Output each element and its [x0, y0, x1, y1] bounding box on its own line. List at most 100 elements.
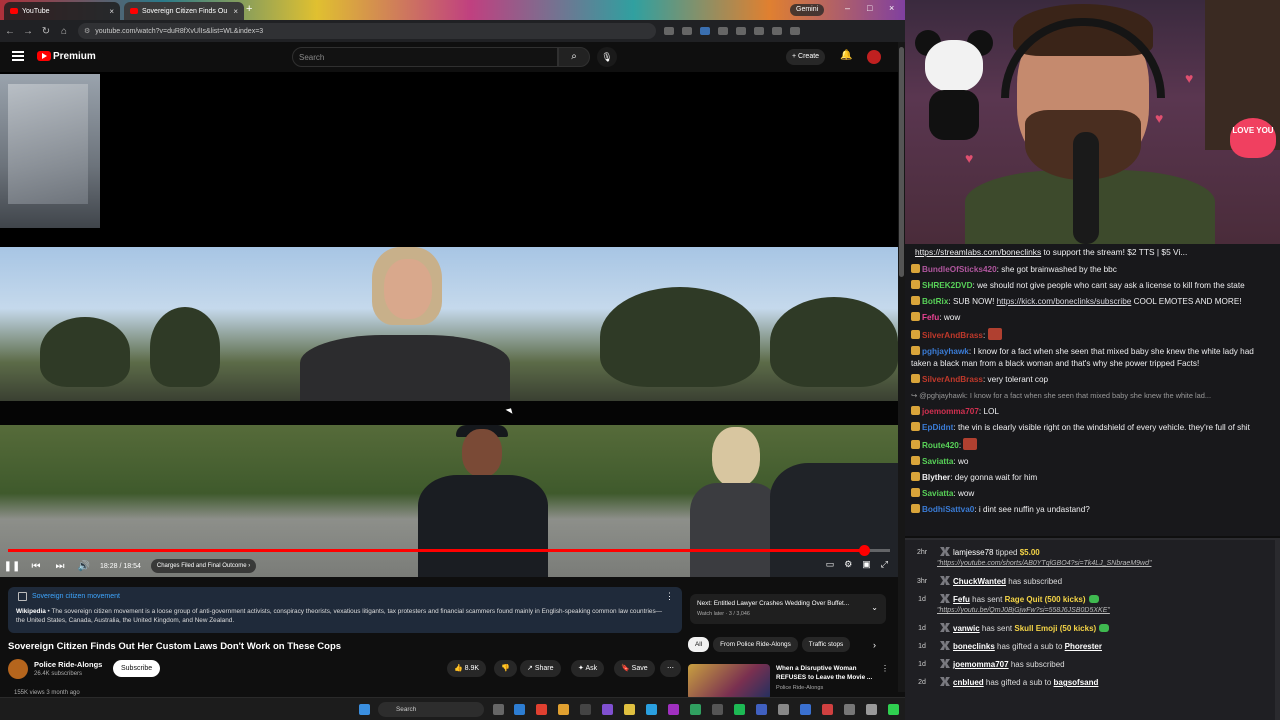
activity-link[interactable]: "https://youtube.com/shorts/AB0YTqlGBO4?… [937, 558, 1280, 569]
reload-icon[interactable]: ↻ [38, 26, 54, 37]
youtube-brand[interactable]: Premium [53, 51, 96, 62]
more-options-icon[interactable]: ⋮ [881, 664, 889, 673]
app-icon[interactable] [690, 704, 701, 715]
reply-preview[interactable]: ↪ @pghjayhawk: I know for a fact when sh… [911, 391, 1211, 400]
close-window-icon[interactable]: × [889, 3, 894, 13]
extensions-puzzle-icon[interactable] [754, 27, 764, 35]
extension-icon[interactable] [736, 27, 746, 35]
windows-start-icon[interactable] [359, 704, 370, 715]
close-tab-icon[interactable]: × [109, 7, 114, 16]
subscribe-button[interactable]: Subscribe [113, 660, 161, 677]
tab-active-video[interactable]: Sovereign Citizen Finds Ou × [124, 2, 244, 20]
app-icon[interactable] [866, 704, 877, 715]
chat-username[interactable]: SHREK2DVD [922, 281, 973, 290]
gemini-button[interactable]: Gemini [790, 4, 825, 16]
app-icon[interactable] [668, 704, 679, 715]
activity-user[interactable]: vanwic [953, 624, 980, 633]
cast-icon[interactable] [664, 27, 674, 35]
notifications-bell-icon[interactable]: 🔔 [840, 50, 852, 61]
maximize-icon[interactable]: □ [867, 3, 872, 13]
home-icon[interactable]: ⌂ [56, 26, 72, 37]
progress-bar[interactable] [8, 545, 890, 556]
recommended-thumbnail[interactable] [688, 664, 770, 700]
save-button[interactable]: 🔖 Save [614, 660, 655, 677]
chat-username[interactable]: joemomma707 [922, 407, 979, 416]
next-icon[interactable]: ⏭ [48, 561, 72, 572]
chat-username[interactable]: EpDidnt [922, 423, 953, 432]
chat-username[interactable]: pghjayhawk [922, 347, 969, 356]
app-icon[interactable] [646, 704, 657, 715]
create-button[interactable]: + Create [786, 49, 826, 65]
search-input[interactable]: Search [292, 47, 558, 67]
app-icon[interactable] [756, 704, 767, 715]
activity-target[interactable]: bagsofsand [1054, 678, 1099, 687]
share-button[interactable]: ↗ Share [520, 660, 561, 677]
pause-icon[interactable]: ❚❚ [0, 561, 24, 572]
channel-avatar[interactable] [8, 659, 28, 679]
activity-user[interactable]: cnblued [953, 678, 984, 687]
ask-button[interactable]: ✦ Ask [571, 660, 605, 677]
fullscreen-icon[interactable]: ⤢ [881, 559, 888, 570]
banner-link[interactable]: https://streamlabs.com/boneclinks [915, 247, 1041, 257]
search-icon[interactable]: ⌕ [558, 47, 590, 67]
chat-username[interactable]: Saviatta [922, 457, 953, 466]
app-icon[interactable] [822, 704, 833, 715]
page-scrollbar[interactable] [898, 42, 905, 692]
app-icon[interactable] [844, 704, 855, 715]
miniplayer-icon[interactable]: ▣ [862, 559, 871, 570]
activity-target[interactable]: Phorester [1065, 642, 1102, 651]
browser-menu-icon[interactable] [790, 27, 800, 35]
info-panel-title[interactable]: Sovereign citizen movement [32, 593, 120, 600]
chip-from-channel[interactable]: From Police Ride-Alongs [713, 637, 798, 652]
chat-username[interactable]: BodhiSattva0 [922, 505, 974, 514]
feed-scrollbar[interactable] [1275, 540, 1280, 720]
menu-icon[interactable] [12, 51, 24, 61]
chat-username[interactable]: SilverAndBrass [922, 375, 983, 384]
activity-user[interactable]: Fefu [953, 595, 970, 604]
next-in-playlist[interactable]: Next: Entitled Lawyer Crashes Wedding Ov… [690, 594, 886, 624]
task-view-icon[interactable] [493, 704, 504, 715]
settings-gear-icon[interactable]: ⚙ [844, 559, 852, 570]
youtube-logo-icon[interactable] [37, 51, 51, 61]
app-icon[interactable] [580, 704, 591, 715]
dislike-button[interactable]: 👎 [494, 660, 517, 677]
chip-all[interactable]: All [688, 637, 710, 652]
chat-link[interactable]: https://kick.com/boneclinks/subscribe [997, 297, 1132, 306]
spotify-icon[interactable] [734, 704, 745, 715]
scrollbar-thumb[interactable] [899, 47, 904, 277]
taskbar-search[interactable]: Search [378, 702, 484, 717]
chat-username[interactable]: SilverAndBrass [922, 331, 983, 340]
folder-icon[interactable] [624, 704, 635, 715]
activity-link[interactable]: "https://youtu.be/QmJ0BjGjwFw?si=558J6JS… [937, 605, 1280, 616]
chat-username[interactable]: Blyther [922, 473, 950, 482]
recommended-channel[interactable]: Police Ride-Alongs [776, 685, 823, 691]
new-tab-button[interactable]: + [246, 3, 252, 15]
chevron-right-icon[interactable]: › [873, 640, 876, 650]
chip-traffic-stops[interactable]: Traffic stops [801, 637, 851, 652]
activity-user[interactable]: lamjesse78 [953, 548, 993, 557]
forward-icon[interactable]: → [20, 26, 36, 37]
app-icon[interactable] [602, 704, 613, 715]
minimize-icon[interactable]: – [845, 3, 850, 13]
more-actions-icon[interactable]: ⋯ [660, 660, 681, 677]
tab-youtube[interactable]: YouTube × [4, 2, 120, 20]
app-icon[interactable] [800, 704, 811, 715]
more-options-icon[interactable]: ⋮ [665, 591, 674, 602]
chat-username[interactable]: BotRix [922, 297, 948, 306]
app-icon[interactable] [778, 704, 789, 715]
channel-name[interactable]: Police Ride-Alongs [34, 660, 102, 669]
previous-icon[interactable]: ⏮ [24, 561, 48, 572]
app-icon[interactable] [712, 704, 723, 715]
captions-icon[interactable]: ▭ [826, 559, 835, 570]
volume-icon[interactable]: 🔊 [72, 561, 96, 572]
app-icon[interactable] [558, 704, 569, 715]
kick-icon[interactable] [888, 704, 899, 715]
bookmark-star-icon[interactable] [682, 27, 692, 35]
activity-user[interactable]: boneclinks [953, 642, 995, 651]
extension-icon[interactable] [718, 27, 728, 35]
chevron-down-icon[interactable]: ⌄ [871, 603, 878, 612]
extension-icon[interactable] [700, 27, 710, 35]
back-icon[interactable]: ← [2, 26, 18, 37]
chapter-button[interactable]: Charges Filed and Final Outcome › [150, 559, 257, 573]
close-tab-icon[interactable]: × [233, 7, 238, 16]
